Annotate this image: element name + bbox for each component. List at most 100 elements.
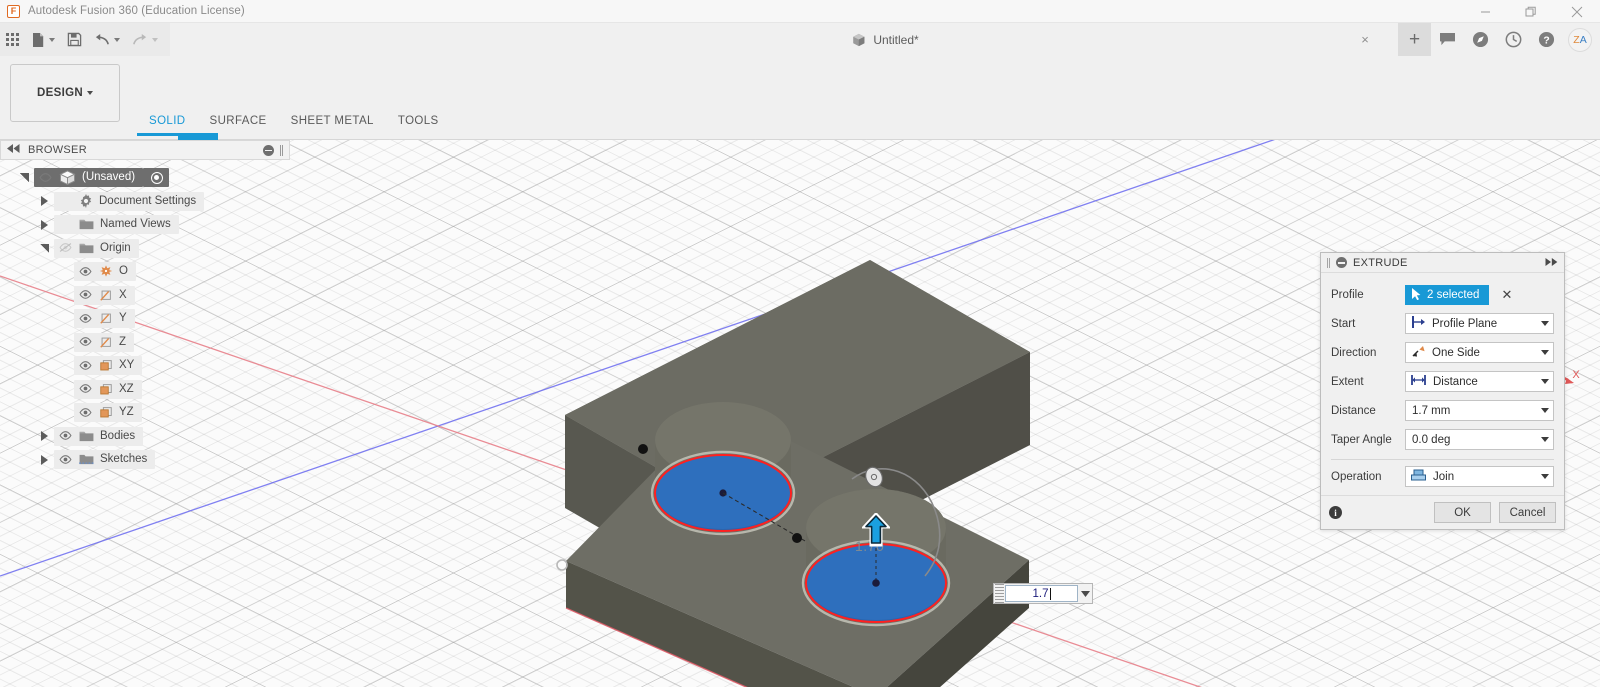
chevron-down-icon[interactable]: [1537, 430, 1553, 449]
panel-resize-grip[interactable]: [280, 144, 283, 156]
chevron-down-icon[interactable]: [1537, 343, 1553, 362]
eye-icon[interactable]: [78, 266, 93, 276]
eye-icon[interactable]: [78, 360, 93, 370]
eye-icon[interactable]: [78, 337, 93, 347]
minimize-button[interactable]: [1462, 0, 1508, 23]
activate-component-radio[interactable]: [151, 171, 164, 184]
eye-icon[interactable]: [78, 290, 93, 300]
clear-selection-button[interactable]: ✕: [1501, 287, 1512, 303]
extrude-arrow-manipulator[interactable]: [860, 511, 892, 552]
tree-item[interactable]: XZ: [74, 379, 142, 399]
chevron-down-icon[interactable]: [1537, 401, 1553, 420]
circle-minus-icon[interactable]: [263, 144, 274, 156]
tree-row-sketches[interactable]: Sketches: [0, 448, 296, 472]
tree-item[interactable]: Origin: [54, 238, 139, 258]
restore-button[interactable]: [1508, 0, 1554, 23]
chevron-down-icon[interactable]: [1537, 372, 1553, 391]
cylinder-left[interactable]: [650, 402, 796, 536]
chevron-down-icon[interactable]: [152, 37, 158, 42]
collapse-left-icon[interactable]: [7, 144, 20, 156]
dialog-drag-grip[interactable]: [1327, 257, 1330, 268]
new-document-button[interactable]: [25, 23, 61, 56]
tree-item[interactable]: Z: [74, 332, 135, 352]
tree-row-xy[interactable]: XY: [0, 354, 296, 378]
close-button[interactable]: [1554, 0, 1600, 23]
distance-field[interactable]: 1.7 mm: [1405, 400, 1554, 421]
tree-expander-icon[interactable]: [34, 219, 54, 230]
extent-dropdown[interactable]: Distance: [1405, 371, 1554, 392]
profile-select-button[interactable]: 2 selected: [1405, 284, 1490, 305]
tab-surface[interactable]: SURFACE: [198, 113, 279, 129]
tab-solid[interactable]: SOLID: [137, 113, 198, 129]
tree-expander-icon[interactable]: [34, 431, 54, 442]
tree-row-unsaved[interactable]: (Unsaved): [0, 166, 296, 190]
add-tab-button[interactable]: +: [1398, 23, 1431, 56]
document-tab[interactable]: Untitled*: [837, 23, 932, 56]
eye-off-icon[interactable]: [58, 243, 73, 253]
operation-dropdown[interactable]: Join: [1405, 466, 1554, 487]
tree-item[interactable]: XY: [74, 356, 143, 376]
eye-icon[interactable]: [38, 172, 53, 182]
chevron-down-icon[interactable]: [1537, 314, 1553, 333]
tree-expander-icon[interactable]: [34, 196, 54, 207]
tree-item[interactable]: X: [74, 285, 135, 305]
redo-button[interactable]: [126, 23, 164, 56]
tree-row-y[interactable]: Y: [0, 307, 296, 331]
chevron-down-icon[interactable]: [1079, 590, 1092, 597]
tree-row-x[interactable]: X: [0, 284, 296, 308]
dimension-value-field[interactable]: 1.7: [1005, 585, 1078, 602]
tab-tools[interactable]: TOOLS: [386, 113, 451, 129]
expand-right-icon[interactable]: [1545, 257, 1558, 268]
info-icon[interactable]: i: [1329, 506, 1342, 519]
eye-icon[interactable]: [58, 454, 73, 464]
tree-item[interactable]: O: [74, 262, 136, 282]
tree-row-document-settings[interactable]: Document Settings: [0, 190, 296, 214]
tree-item[interactable]: Y: [74, 309, 135, 329]
tree-item[interactable]: Bodies: [54, 426, 144, 446]
tree-row-origin[interactable]: Origin: [0, 237, 296, 261]
eye-icon[interactable]: [78, 407, 93, 417]
tree-expander-icon[interactable]: [34, 243, 54, 253]
cylinder-right[interactable]: [801, 489, 951, 627]
taper-angle-field[interactable]: 0.0 deg: [1405, 429, 1554, 450]
undo-button[interactable]: [88, 23, 126, 56]
ok-button[interactable]: OK: [1434, 502, 1491, 523]
inline-dimension-input[interactable]: 1.7: [993, 583, 1093, 604]
tree-expander-icon[interactable]: [34, 454, 54, 465]
tree-item[interactable]: (Unsaved): [34, 168, 144, 188]
cancel-button[interactable]: Cancel: [1499, 502, 1556, 523]
close-tab-button[interactable]: ×: [1352, 23, 1378, 56]
tree-item[interactable]: YZ: [74, 403, 142, 423]
app-grid-button[interactable]: [0, 23, 25, 56]
chevron-down-icon[interactable]: [114, 37, 120, 42]
start-dropdown[interactable]: Profile Plane: [1405, 313, 1554, 334]
circle-minus-icon[interactable]: [1336, 257, 1347, 268]
drag-grip-icon[interactable]: [995, 584, 1004, 603]
save-button[interactable]: [61, 23, 88, 56]
job-status-button[interactable]: [1497, 23, 1530, 56]
tree-row-named-views[interactable]: Named Views: [0, 213, 296, 237]
extensions-button[interactable]: [1464, 23, 1497, 56]
comments-button[interactable]: [1431, 23, 1464, 56]
tree-item[interactable]: Sketches: [54, 450, 156, 470]
extrude-dialog[interactable]: EXTRUDE Profile 2 selected ✕ Start Profi…: [1320, 252, 1565, 530]
workspace-switcher[interactable]: DESIGN: [10, 64, 120, 122]
tree-row-yz[interactable]: YZ: [0, 401, 296, 425]
tree-row-xz[interactable]: XZ: [0, 378, 296, 402]
tree-row-bodies[interactable]: Bodies: [0, 425, 296, 449]
eye-icon[interactable]: [78, 384, 93, 394]
user-avatar[interactable]: ZA: [1568, 27, 1592, 52]
tree-item[interactable]: Named Views: [54, 215, 179, 235]
eye-icon[interactable]: [78, 313, 93, 323]
help-button[interactable]: ?: [1530, 23, 1563, 56]
tree-row-o[interactable]: O: [0, 260, 296, 284]
direction-dropdown[interactable]: One Side: [1405, 342, 1554, 363]
eye-icon[interactable]: [58, 431, 73, 441]
chevron-down-icon[interactable]: [49, 37, 55, 42]
tree-row-z[interactable]: Z: [0, 331, 296, 355]
tree-item[interactable]: Document Settings: [54, 191, 205, 211]
tree-expander-icon[interactable]: [14, 173, 34, 183]
chevron-down-icon[interactable]: [1537, 467, 1553, 486]
label-taper-angle: Taper Angle: [1331, 433, 1392, 446]
tab-sheet-metal[interactable]: SHEET METAL: [279, 113, 386, 129]
